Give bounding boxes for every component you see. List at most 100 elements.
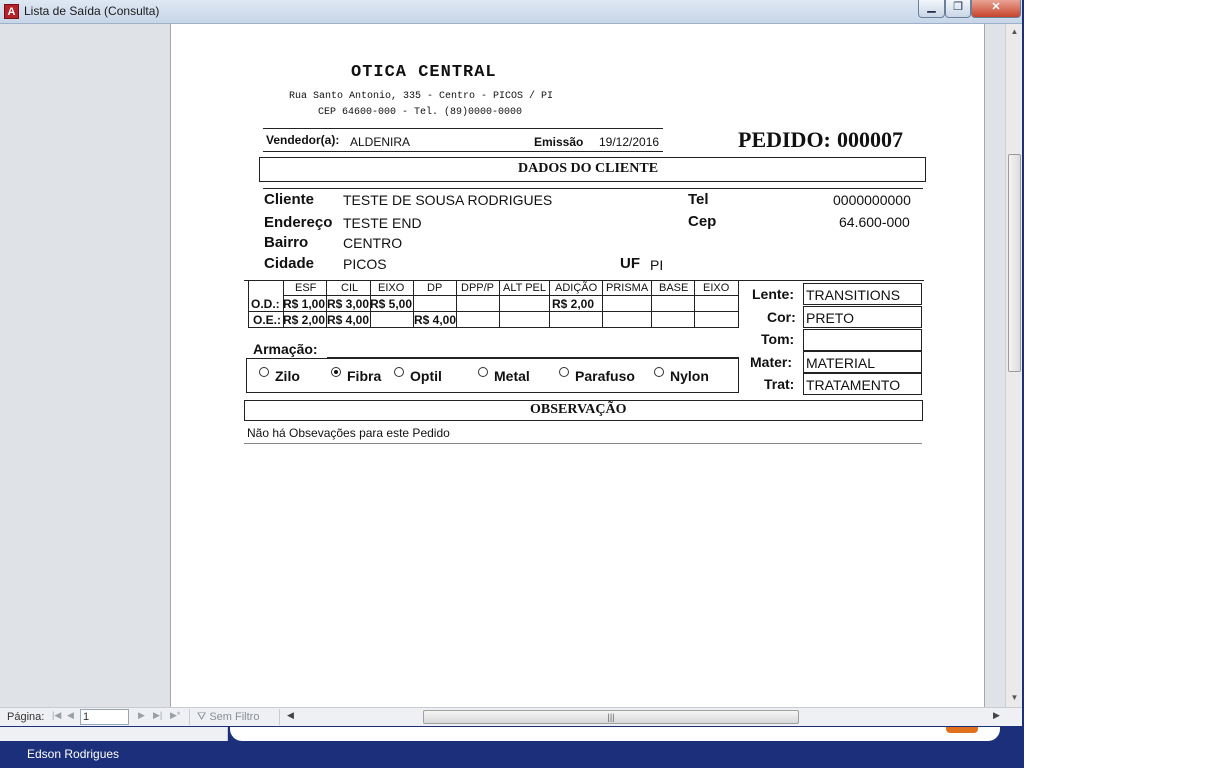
filter-icon: ⛛ [197,711,207,723]
first-record-icon[interactable]: |◀ [52,710,61,721]
cliente-section-title: DADOS DO CLIENTE [518,161,659,176]
armacao-label: Armação: [253,341,318,357]
vertical-scrollbar[interactable]: ▲ ▼ [1005,24,1022,707]
status-strip [0,727,228,741]
footer-panel [230,727,1000,741]
scroll-up-icon[interactable]: ▲ [1006,24,1023,40]
next-record-icon[interactable]: ▶ [138,710,145,721]
rx-od-esf: R$ 1,00 [283,297,325,311]
armacao-radio-nylon[interactable] [654,367,664,377]
cor-label: Cor: [767,309,796,325]
endereco-label: Endereço [264,214,333,231]
rx-col-line [651,280,652,328]
rx-header-dpp: DPP/P [461,282,495,294]
emissao-label: Emissão [534,135,584,149]
rx-header-altpel: ALT PEL [503,282,547,294]
rx-col-line [602,280,603,328]
rx-col-line [499,280,500,328]
cep-label: Cep [688,213,717,230]
scroll-down-icon[interactable]: ▼ [1006,690,1023,706]
rx-oe-cil: R$ 4,00 [327,313,369,327]
rx-header-eixo: EIXO [378,282,405,294]
maximize-button[interactable]: ❐ [945,0,971,18]
cliente-label: Cliente [264,191,315,208]
rx-od-cil: R$ 3,00 [327,297,369,311]
page-label: Página: [7,711,45,723]
bairro-value: CENTRO [343,235,403,251]
scroll-left-icon[interactable]: ◀ [287,710,294,721]
armacao-option-metal: Metal [494,368,530,384]
rx-header-eixo2: EIXO [703,282,730,294]
cidade-label: Cidade [264,255,315,272]
access-app-icon[interactable]: A [4,4,19,19]
lente-label: Lente: [752,286,794,302]
last-record-icon[interactable]: ▶| [153,710,162,721]
pedido-number: 000007 [837,127,903,152]
rx-od-label: O.D.: [251,297,280,311]
tel-value: 0000000000 [833,192,911,208]
armacao-radio-parafuso[interactable] [559,367,569,377]
tom-box [803,329,922,351]
rx-oe-label: O.E.: [253,313,282,327]
uf-value: PI [650,257,664,273]
filter-label: Sem Filtro [209,711,260,723]
rx-oe-dp: R$ 4,00 [414,313,456,327]
record-navigation-bar: Página: |◀ ◀ 1 ▶ ▶| ▶* ⛛ Sem Filtro ◀ ||… [0,707,1022,726]
rx-header-dp: DP [427,282,443,294]
status-bar: Edson Rodrigues [0,727,1022,768]
mater-value: MATERIAL [806,355,875,371]
close-button[interactable]: ✕ [971,0,1021,18]
trat-label: Trat: [764,376,795,392]
rx-header-adicao: ADIÇÃO [555,282,598,294]
armacao-option-zilo: Zilo [275,368,300,384]
endereco-value: TESTE END [343,215,422,231]
rx-col-line [694,280,695,328]
tel-label: Tel [688,191,709,208]
armacao-radio-optil[interactable] [394,367,404,377]
mater-label: Mater: [750,354,793,370]
horizontal-scroll-thumb[interactable]: ||| [423,710,799,724]
screen: { "window": { "title": "Lista de Saída (… [0,0,1226,768]
scroll-right-icon[interactable]: ▶ [993,710,1000,721]
minimize-button[interactable]: ▁ [918,0,945,18]
cidade-value: PICOS [343,256,387,272]
emissao-value: 19/12/2016 [599,135,660,149]
rx-header-base: BASE [659,282,689,294]
armacao-option-parafuso: Parafuso [575,368,635,384]
rx-header-cil: CIL [341,282,359,294]
new-record-icon[interactable]: ▶* [170,710,180,721]
armacao-radio-zilo[interactable] [259,367,269,377]
armacao-option-optil: Optil [410,368,442,384]
filter-toggle[interactable]: ⛛ Sem Filtro [189,709,280,725]
vertical-scroll-thumb[interactable] [1008,154,1021,372]
accent-marker [946,727,978,733]
rx-header-rule [283,295,739,296]
rx-col-line [549,280,550,328]
pedido-label: PEDIDO: [738,127,831,152]
rx-od-eixo: R$ 5,00 [370,297,412,311]
vendedor-value: ALDENIRA [350,135,411,149]
armacao-box [246,358,739,393]
company-name: OTICA CENTRAL [351,63,497,82]
armacao-radio-metal[interactable] [478,367,488,377]
armacao-radio-fibra[interactable] [331,367,341,377]
prev-record-icon[interactable]: ◀ [67,710,74,721]
tom-label: Tom: [761,331,795,347]
rx-row-rule [248,311,739,312]
window-title: Lista de Saída (Consulta) [24,4,160,18]
obs-rule [244,443,922,444]
obs-text: Não há Obsevações para este Pedido [247,426,450,440]
page-number-input[interactable]: 1 [80,709,129,725]
trat-value: TRATAMENTO [806,377,901,393]
lente-value: TRANSITIONS [806,287,901,303]
cliente-rule [263,188,923,189]
rx-oe-esf: R$ 2,00 [283,313,325,327]
cep-value: 64.600-000 [839,214,910,230]
title-bar[interactable]: A Lista de Saída (Consulta) ▁ ❐ ✕ [0,0,1022,24]
header-rule-top [263,128,663,129]
company-address: Rua Santo Antonio, 335 - Centro - PICOS … [289,91,554,102]
cliente-value: TESTE DE SOUSA RODRIGUES [343,192,553,208]
armacao-option-nylon: Nylon [670,368,709,384]
armacao-option-fibra: Fibra [347,368,382,384]
bairro-label: Bairro [264,234,309,251]
